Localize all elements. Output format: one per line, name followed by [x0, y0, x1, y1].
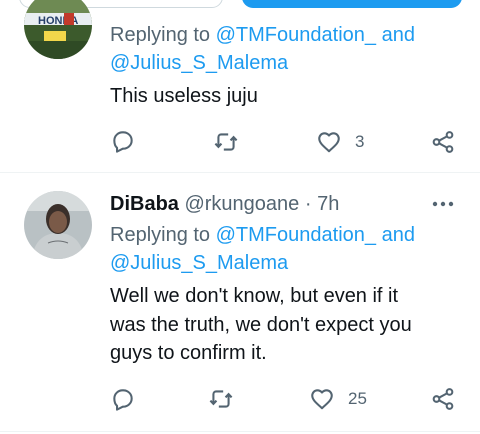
- mention-link[interactable]: @Julius_S_Malema: [110, 252, 288, 274]
- heart-icon: [311, 389, 333, 410]
- tweet-divider: [0, 431, 480, 432]
- avatar-image: [24, 191, 92, 259]
- header-separator: ·: [304, 193, 312, 215]
- retweet-button[interactable]: [213, 129, 239, 155]
- share-icon: [432, 131, 454, 153]
- retweet-button[interactable]: [208, 386, 234, 412]
- reply-bubble-icon: [113, 389, 133, 411]
- replying-to-line: Replying to @TMFoundation_ and: [110, 221, 415, 249]
- mention-and-word: and: [381, 224, 415, 246]
- reply-bubble-icon: [113, 131, 133, 153]
- tweet-item[interactable]: DiBaba @rkungoane · 7h Replying to @TMFo…: [0, 172, 480, 434]
- retweet-icon: [209, 390, 233, 408]
- replying-to-label: Replying to: [110, 24, 211, 46]
- mention-link[interactable]: @Julius_S_Malema: [110, 52, 288, 74]
- share-icon: [432, 388, 454, 410]
- like-button[interactable]: 3: [316, 129, 364, 155]
- tweet-time[interactable]: 7h: [317, 193, 339, 215]
- tweet-text: Well we don't know, but even if it was t…: [110, 282, 440, 368]
- replying-to-line-2: @Julius_S_Malema: [110, 249, 288, 277]
- like-count: 25: [348, 389, 367, 408]
- retweet-icon: [214, 133, 238, 151]
- share-button[interactable]: [430, 129, 456, 155]
- display-name[interactable]: DiBaba: [110, 193, 179, 215]
- tweet-item[interactable]: HONDA Replying to @TMFoundation_ and @Ju…: [0, 0, 480, 172]
- tweet-header: DiBaba @rkungoane · 7h: [110, 191, 339, 217]
- avatar-image: HONDA: [24, 0, 92, 59]
- mention-link[interactable]: @TMFoundation_: [216, 224, 376, 246]
- replying-to-line: Replying to @TMFoundation_ and: [110, 21, 415, 49]
- mention-link[interactable]: @TMFoundation_: [216, 24, 376, 46]
- user-handle[interactable]: @rkungoane: [184, 193, 299, 215]
- avatar[interactable]: [24, 191, 92, 259]
- reply-button[interactable]: [110, 128, 136, 154]
- tweet-text-line: was the truth, we don't expect you: [110, 313, 412, 336]
- share-button[interactable]: [430, 386, 456, 412]
- tweet-text-line: guys to confirm it.: [110, 342, 267, 364]
- replying-to-label: Replying to: [110, 224, 211, 246]
- avatar[interactable]: HONDA: [24, 0, 92, 59]
- reply-button[interactable]: [110, 386, 136, 412]
- tweet-text-line: Well we don't know, but even if it: [110, 285, 399, 307]
- mention-and-word: and: [381, 24, 415, 46]
- more-dots-icon: [432, 201, 454, 207]
- like-count: 3: [355, 132, 365, 151]
- heart-icon: [318, 132, 340, 153]
- replying-to-line-2: @Julius_S_Malema: [110, 49, 288, 77]
- more-options-button[interactable]: [430, 194, 456, 214]
- tweet-text: This useless juju: [110, 85, 258, 107]
- like-button[interactable]: 25: [309, 386, 367, 412]
